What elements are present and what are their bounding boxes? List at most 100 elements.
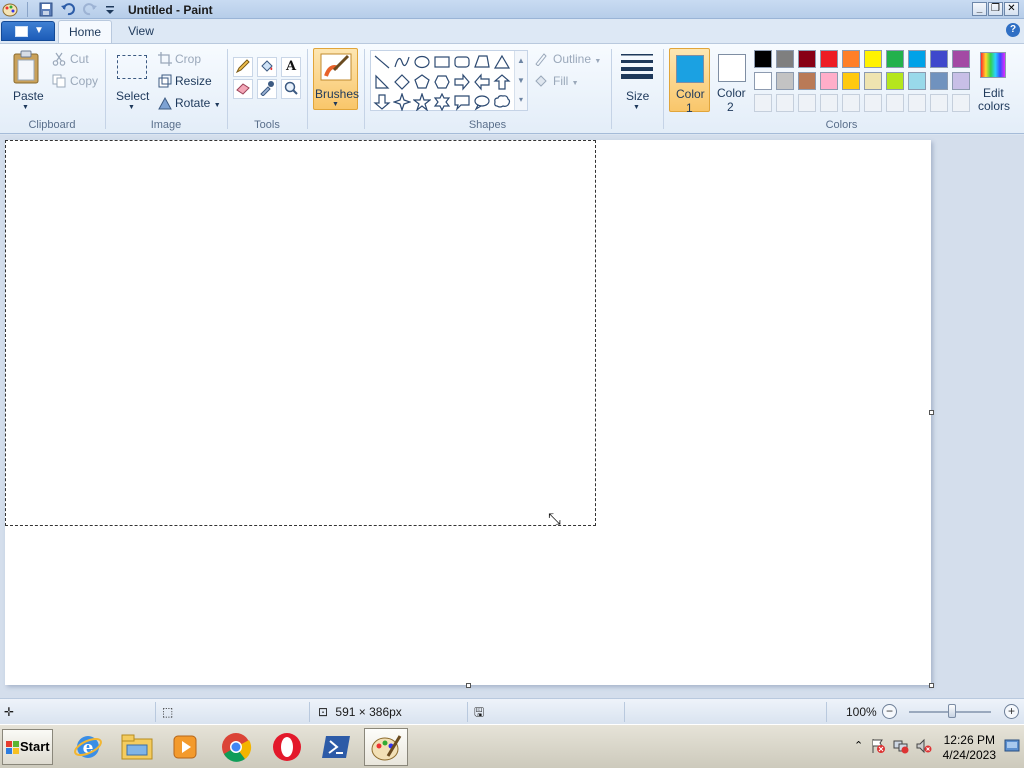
pencil-tool-button[interactable] [233, 57, 253, 77]
zoom-in-button[interactable]: + [1004, 704, 1019, 719]
five-point-star-shape-icon[interactable] [413, 93, 431, 111]
paint-menu-button[interactable]: ▼ [1, 21, 55, 41]
scroll-up-icon[interactable]: ▲ [515, 51, 527, 71]
rounded-callout-shape-icon[interactable] [453, 93, 471, 111]
palette-color-swatch[interactable] [908, 72, 926, 90]
rotate-button[interactable]: Rotate ▼ [175, 96, 221, 110]
cloud-callout-shape-icon[interactable] [493, 93, 511, 111]
palette-color-swatch[interactable] [754, 72, 772, 90]
redo-icon[interactable] [82, 2, 98, 17]
help-icon[interactable]: ? [1006, 23, 1020, 37]
eraser-tool-button[interactable] [233, 79, 253, 99]
show-desktop-icon[interactable] [1004, 739, 1020, 753]
file-explorer-icon[interactable] [115, 728, 159, 766]
palette-color-swatch[interactable] [842, 50, 860, 68]
palette-color-swatch[interactable] [820, 50, 838, 68]
palette-color-swatch[interactable] [798, 72, 816, 90]
diamond-shape-icon[interactable] [393, 73, 411, 91]
media-player-icon[interactable] [163, 728, 207, 766]
edit-colors-label[interactable]: Edit [983, 86, 1004, 100]
line-shape-icon[interactable] [373, 53, 391, 71]
up-arrow-shape-icon[interactable] [493, 73, 511, 91]
size-button[interactable]: Size ▼ [617, 48, 657, 112]
zoom-out-button[interactable]: − [882, 704, 897, 719]
palette-custom-slot[interactable] [908, 94, 926, 112]
tab-home[interactable]: Home [58, 20, 112, 43]
oval-callout-shape-icon[interactable] [473, 93, 491, 111]
palette-color-swatch[interactable] [886, 50, 904, 68]
internet-explorer-icon[interactable]: e [66, 728, 110, 766]
edit-colors-label-2[interactable]: colors [978, 99, 1010, 113]
minimize-button[interactable]: _ [972, 2, 987, 16]
show-hidden-icons-icon[interactable]: ⌃ [854, 739, 863, 752]
palette-color-swatch[interactable] [864, 50, 882, 68]
six-point-star-shape-icon[interactable] [433, 93, 451, 111]
undo-icon[interactable] [60, 2, 76, 17]
canvas-resize-handle-bottom[interactable] [466, 683, 471, 688]
text-tool-button[interactable]: A [281, 57, 301, 77]
palette-color-swatch[interactable] [798, 50, 816, 68]
paint-app-icon[interactable] [2, 2, 18, 17]
palette-color-swatch[interactable] [952, 72, 970, 90]
edit-colors-icon[interactable] [980, 52, 1006, 78]
palette-custom-slot[interactable] [930, 94, 948, 112]
palette-color-swatch[interactable] [864, 72, 882, 90]
palette-custom-slot[interactable] [952, 94, 970, 112]
customize-qat-icon[interactable] [102, 2, 118, 17]
cut-button[interactable]: Cut [70, 52, 89, 66]
down-arrow-shape-icon[interactable] [373, 93, 391, 111]
magnifier-tool-button[interactable] [281, 79, 301, 99]
curve-shape-icon[interactable] [393, 53, 411, 71]
rectangle-shape-icon[interactable] [433, 53, 451, 71]
polygon-shape-icon[interactable] [473, 53, 491, 71]
palette-custom-slot[interactable] [798, 94, 816, 112]
palette-custom-slot[interactable] [776, 94, 794, 112]
hexagon-shape-icon[interactable] [433, 73, 451, 91]
select-button[interactable]: Select ▼ [112, 48, 152, 112]
right-arrow-shape-icon[interactable] [453, 73, 471, 91]
start-button[interactable]: Start [2, 729, 53, 765]
volume-muted-icon[interactable] [916, 738, 932, 754]
resize-button[interactable]: Resize [175, 74, 212, 88]
canvas-resize-handle-right[interactable] [929, 410, 934, 415]
palette-custom-slot[interactable] [886, 94, 904, 112]
palette-custom-slot[interactable] [820, 94, 838, 112]
palette-color-swatch[interactable] [820, 72, 838, 90]
rounded-rectangle-shape-icon[interactable] [453, 53, 471, 71]
palette-color-swatch[interactable] [842, 72, 860, 90]
system-clock[interactable]: 12:26 PM 4/24/2023 [943, 733, 996, 763]
four-point-star-shape-icon[interactable] [393, 93, 411, 111]
zoom-slider-thumb[interactable] [948, 704, 956, 718]
oval-shape-icon[interactable] [413, 53, 431, 71]
palette-color-swatch[interactable] [776, 72, 794, 90]
outline-button[interactable]: Outline ▼ [553, 52, 601, 66]
powershell-icon[interactable] [314, 728, 358, 766]
pentagon-shape-icon[interactable] [413, 73, 431, 91]
canvas-resize-handle-corner[interactable] [929, 683, 934, 688]
crop-button[interactable]: Crop [175, 52, 201, 66]
color-picker-tool-button[interactable] [257, 79, 277, 99]
color2-button[interactable]: Color 2 [713, 48, 751, 114]
shapes-scrollbar[interactable]: ▲ ▼ ▾ [514, 51, 527, 110]
tab-view[interactable]: View [115, 20, 167, 43]
chrome-icon[interactable] [214, 728, 258, 766]
brushes-button[interactable]: Brushes ▼ [313, 48, 359, 110]
paste-button[interactable]: Paste ▼ [6, 48, 46, 112]
triangle-shape-icon[interactable] [493, 53, 511, 71]
expand-gallery-icon[interactable]: ▾ [515, 91, 527, 109]
network-icon[interactable] [893, 738, 909, 754]
palette-color-swatch[interactable] [908, 50, 926, 68]
palette-color-swatch[interactable] [930, 50, 948, 68]
palette-color-swatch[interactable] [886, 72, 904, 90]
palette-color-swatch[interactable] [952, 50, 970, 68]
palette-color-swatch[interactable] [754, 50, 772, 68]
action-center-flag-icon[interactable] [870, 738, 886, 754]
fill-button[interactable]: Fill ▼ [553, 74, 579, 88]
canvas-workspace[interactable]: ⤡ [0, 135, 1024, 698]
opera-icon[interactable] [265, 728, 309, 766]
scroll-down-icon[interactable]: ▼ [515, 71, 527, 91]
fill-tool-button[interactable] [257, 57, 277, 77]
palette-custom-slot[interactable] [842, 94, 860, 112]
right-triangle-shape-icon[interactable] [373, 73, 391, 91]
palette-color-swatch[interactable] [776, 50, 794, 68]
